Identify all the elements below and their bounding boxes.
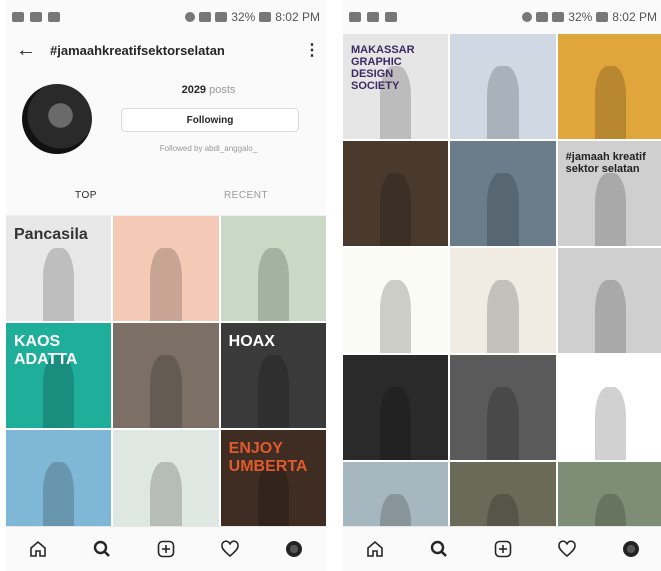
thumbnail-figure	[379, 172, 412, 246]
clock-text: 8:02 PM	[275, 10, 320, 24]
following-button[interactable]: Following	[121, 108, 299, 132]
post-thumbnail[interactable]	[343, 248, 449, 353]
post-thumbnail[interactable]: MAKASSAR GRAPHIC DESIGN SOCIETY	[343, 34, 449, 139]
battery-text: 32%	[231, 10, 256, 24]
status-left-icons	[12, 12, 60, 22]
notification-icon	[367, 12, 379, 22]
right-phone-screen: 32% 8:02 PM MAKASSAR GRAPHIC DESIGN SOCI…	[343, 0, 661, 571]
feed-tabs: TOP RECENT	[6, 176, 326, 216]
heart-icon[interactable]	[215, 534, 245, 564]
post-thumbnail[interactable]: ENJOY UMBERTA	[220, 430, 326, 535]
post-grid: MAKASSAR GRAPHIC DESIGN SOCIETY #jamaah k…	[343, 34, 661, 567]
post-thumbnail[interactable]	[113, 430, 219, 535]
signal-icon	[552, 12, 565, 22]
thumbnail-text: MAKASSAR GRAPHIC DESIGN SOCIETY	[351, 44, 415, 93]
battery-icon	[596, 12, 609, 22]
hashtag-header: ← #jamaahkreatifsektorselatan ⋮	[6, 34, 326, 66]
hashtag-title: #jamaahkreatifsektorselatan	[50, 42, 225, 58]
post-thumbnail[interactable]	[6, 430, 112, 535]
thumbnail-figure	[379, 279, 412, 353]
thumbnail-text: HOAX	[228, 333, 275, 350]
notification-icon	[12, 12, 24, 22]
thumbnail-figure	[257, 247, 290, 321]
add-icon[interactable]	[488, 534, 518, 564]
post-thumbnail[interactable]	[220, 216, 326, 321]
wifi-icon	[536, 12, 549, 22]
thumbnail-text: KAOS ADATTA	[14, 333, 78, 368]
key-icon	[385, 12, 397, 22]
home-icon[interactable]	[360, 534, 390, 564]
heart-icon[interactable]	[552, 534, 582, 564]
more-options-icon[interactable]: ⋮	[304, 40, 320, 60]
thumbnail-figure	[42, 247, 75, 321]
post-thumbnail[interactable]	[450, 355, 556, 460]
post-thumbnail[interactable]	[343, 141, 449, 246]
thumbnail-text: #jamaah kreatif sektor selatan	[565, 151, 646, 176]
post-thumbnail[interactable]	[113, 216, 219, 321]
post-thumbnail[interactable]	[450, 248, 556, 353]
battery-text: 32%	[568, 10, 593, 24]
add-icon[interactable]	[151, 534, 181, 564]
thumbnail-figure	[150, 461, 182, 535]
status-right-icons: 32% 8:02 PM	[522, 10, 657, 24]
home-icon[interactable]	[23, 534, 53, 564]
key-icon	[30, 12, 42, 22]
thumbnail-text: Pancasila	[14, 226, 88, 243]
bottom-nav	[6, 526, 326, 571]
thumbnail-figure	[150, 354, 182, 428]
thumbnail-figure	[594, 65, 627, 139]
status-bar: 32% 8:02 PM	[6, 0, 326, 34]
left-phone-screen: 32% 8:02 PM ← #jamaahkreatifsektorselata…	[6, 0, 326, 571]
thumbnail-figure	[150, 247, 182, 321]
thumbnail-figure	[42, 461, 75, 535]
post-thumbnail[interactable]	[557, 248, 661, 353]
post-thumbnail[interactable]: Pancasila	[6, 216, 112, 321]
image-icon	[349, 12, 361, 22]
thumbnail-figure	[257, 354, 290, 428]
battery-icon	[259, 12, 272, 22]
thumbnail-figure	[487, 172, 519, 246]
thumbnail-figure	[487, 279, 519, 353]
post-thumbnail[interactable]: HOAX	[220, 323, 326, 428]
post-thumbnail[interactable]	[113, 323, 219, 428]
alarm-icon	[185, 12, 196, 22]
thumbnail-figure	[487, 65, 519, 139]
post-thumbnail[interactable]	[343, 355, 449, 460]
thumbnail-figure	[379, 386, 412, 460]
post-thumbnail[interactable]: KAOS ADATTA	[6, 323, 112, 428]
thumbnail-text: ENJOY UMBERTA	[228, 440, 308, 475]
alarm-icon	[522, 12, 533, 22]
post-thumbnail[interactable]: #jamaah kreatif sektor selatan	[557, 141, 661, 246]
search-icon[interactable]	[424, 534, 454, 564]
clock-text: 8:02 PM	[612, 10, 657, 24]
profile-avatar[interactable]	[616, 534, 646, 564]
tab-top[interactable]: TOP	[6, 176, 166, 215]
followed-by-text: Followed by abdi_anggalo_	[159, 144, 258, 153]
post-thumbnail[interactable]	[450, 141, 556, 246]
wifi-icon	[199, 12, 212, 22]
thumbnail-figure	[594, 386, 627, 460]
status-left-icons	[349, 12, 397, 22]
post-thumbnail[interactable]	[450, 34, 556, 139]
back-arrow-icon[interactable]: ←	[16, 39, 50, 62]
image-icon	[48, 12, 60, 22]
hashtag-profile: 2029 posts Following Followed by abdi_an…	[6, 66, 326, 176]
post-thumbnail[interactable]	[557, 355, 661, 460]
post-count-number: 2029	[181, 84, 207, 96]
thumbnail-figure	[594, 279, 627, 353]
signal-icon	[215, 12, 228, 22]
bottom-nav	[343, 526, 661, 571]
search-icon[interactable]	[87, 534, 117, 564]
post-count-label: posts	[209, 84, 236, 96]
thumbnail-figure	[487, 386, 519, 460]
post-grid: Pancasila KAOS ADATTA HOAX ENJOY UMBERTA	[6, 216, 326, 535]
hashtag-avatar	[22, 84, 92, 154]
thumbnail-figure	[594, 172, 627, 246]
tab-recent[interactable]: RECENT	[166, 176, 326, 215]
profile-avatar[interactable]	[279, 534, 309, 564]
post-count: 2029 posts	[116, 84, 301, 96]
status-right-icons: 32% 8:02 PM	[185, 10, 320, 24]
status-bar: 32% 8:02 PM	[343, 0, 661, 34]
post-thumbnail[interactable]	[557, 34, 661, 139]
